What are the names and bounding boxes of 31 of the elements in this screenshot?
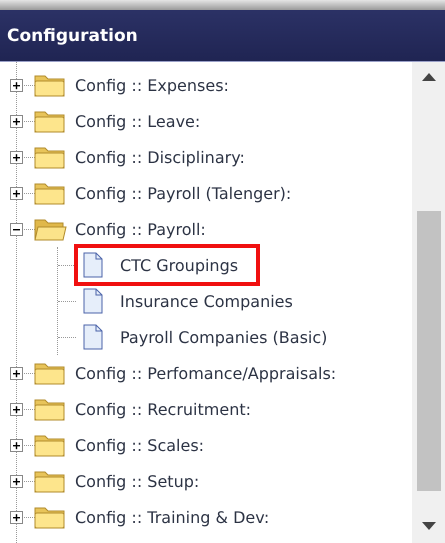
expand-toggle-icon[interactable] [10, 78, 23, 92]
tree-folder-label[interactable]: Config :: Scales: [75, 436, 204, 454]
tree-folder-label[interactable]: Config :: Perfomance/Appraisals: [75, 364, 336, 382]
scrollbar[interactable] [412, 62, 445, 543]
expand-toggle-icon[interactable] [10, 510, 23, 524]
tree-folder-label[interactable]: Config :: Leave: [75, 112, 200, 130]
tree-item-label[interactable]: Insurance Companies [120, 292, 293, 310]
scroll-up-icon[interactable] [422, 72, 436, 81]
document-icon [82, 288, 104, 314]
tree-folder-label[interactable]: Config :: Recruitment: [75, 400, 251, 418]
expand-toggle-icon[interactable] [10, 150, 23, 164]
tree-folder-label[interactable]: Config :: Disciplinary: [75, 148, 245, 166]
expand-toggle-icon[interactable] [10, 114, 23, 128]
tree-folder-label[interactable]: Config :: Training & Dev: [75, 508, 270, 526]
tree-folder-label[interactable]: Config :: Setup: [75, 472, 200, 490]
tree-folder-label[interactable]: Config :: Payroll (Talenger): [75, 184, 292, 202]
expand-toggle-icon[interactable] [10, 186, 23, 200]
tree-folder-label[interactable]: Config :: Expenses: [75, 76, 229, 94]
document-icon [82, 324, 104, 350]
panel-title: Configuration [7, 26, 138, 46]
expand-toggle-icon[interactable] [10, 402, 23, 416]
expand-toggle-icon[interactable] [10, 222, 23, 236]
scroll-thumb[interactable] [416, 211, 440, 491]
tree-item-label[interactable]: Payroll Companies (Basic) [120, 328, 328, 346]
tree-item-label[interactable]: CTC Groupings [120, 256, 238, 274]
expand-toggle-icon[interactable] [10, 438, 23, 452]
scroll-down-icon[interactable] [422, 522, 436, 531]
expand-toggle-icon[interactable] [10, 474, 23, 488]
tree-folder-label[interactable]: Config :: Payroll: [75, 220, 206, 238]
expand-toggle-icon[interactable] [10, 366, 23, 380]
document-icon [82, 252, 104, 278]
